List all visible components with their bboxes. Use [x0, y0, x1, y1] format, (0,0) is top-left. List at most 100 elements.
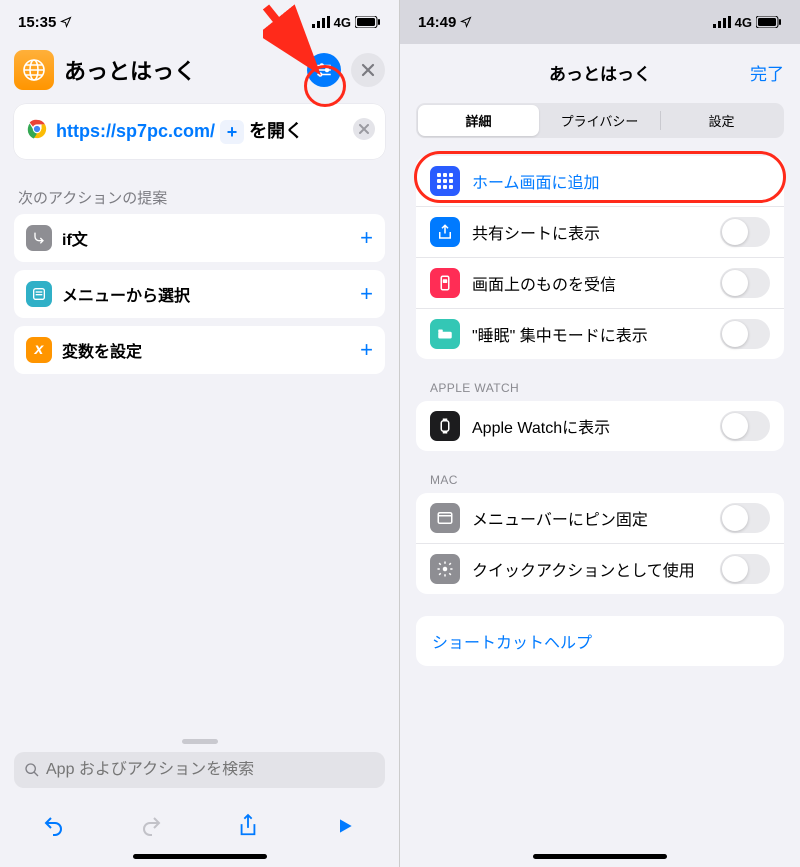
- toggle[interactable]: [720, 268, 770, 298]
- play-icon: [335, 816, 355, 836]
- share-button[interactable]: [228, 806, 268, 846]
- bottom-panel: [0, 735, 399, 867]
- drag-handle[interactable]: [182, 739, 218, 744]
- segmented-control[interactable]: 詳細 プライバシー 設定: [416, 103, 784, 138]
- group-watch: Apple Watchに表示: [416, 401, 784, 451]
- network-text: 4G: [735, 15, 752, 30]
- add-icon: +: [360, 337, 373, 363]
- suggestion-label: 変数を設定: [62, 338, 350, 362]
- redo-button: [131, 806, 171, 846]
- row-menubar-pin[interactable]: メニューバーにピン固定: [416, 493, 784, 543]
- row-receive-onscreen[interactable]: 画面上のものを受信: [416, 257, 784, 308]
- row-sleep-focus[interactable]: "睡眠" 集中モードに表示: [416, 308, 784, 359]
- status-bar: 15:35 4G: [0, 0, 399, 44]
- search-field[interactable]: [14, 752, 385, 788]
- suggestion-label: if文: [62, 226, 350, 250]
- onscreen-icon: [430, 268, 460, 298]
- add-variable-button[interactable]: +: [220, 120, 244, 144]
- redo-icon: [139, 814, 163, 838]
- group-header-mac: MAC: [400, 473, 800, 493]
- home-grid-icon: [430, 166, 460, 196]
- signal-icon: [713, 16, 731, 28]
- status-time: 15:35: [18, 14, 72, 31]
- settings-sheet: あっとはっく 完了 詳細 プライバシー 設定 ホーム画面に追加 共有シートに表示: [400, 44, 800, 867]
- time-text: 14:49: [418, 14, 456, 31]
- group-main: ホーム画面に追加 共有シートに表示 画面上のものを受信 "睡眠" 集中モードに表…: [416, 156, 784, 359]
- suggestion-if[interactable]: if文 +: [14, 214, 385, 262]
- row-apple-watch[interactable]: Apple Watchに表示: [416, 401, 784, 451]
- sliders-icon: [315, 61, 333, 79]
- done-button[interactable]: 完了: [750, 60, 784, 85]
- undo-icon: [42, 814, 66, 838]
- home-indicator: [133, 854, 267, 859]
- add-icon: +: [360, 225, 373, 251]
- group-mac: メニューバーにピン固定 クイックアクションとして使用: [416, 493, 784, 594]
- url-token[interactable]: https://sp7pc.com/: [56, 121, 215, 141]
- gear-icon: [430, 554, 460, 584]
- share-sheet-icon: [430, 217, 460, 247]
- toggle[interactable]: [720, 217, 770, 247]
- row-label: "睡眠" 集中モードに表示: [472, 322, 708, 346]
- suggestions-header: 次のアクションの提案: [0, 173, 399, 214]
- toggle[interactable]: [720, 554, 770, 584]
- search-icon: [24, 762, 40, 778]
- branch-icon: [26, 225, 52, 251]
- action-text: https://sp7pc.com/ + を開く: [56, 118, 303, 145]
- suggestion-label: メニューから選択: [62, 282, 350, 306]
- group-header-watch: APPLE WATCH: [400, 381, 800, 401]
- battery-icon: [355, 16, 381, 28]
- right-screenshot: 14:49 4G あっとはっく 完了 詳細 プライバシー 設定 ホーム画面に: [400, 0, 800, 867]
- action-suffix: を開く: [249, 121, 303, 141]
- add-icon: +: [360, 281, 373, 307]
- settings-sliders-button[interactable]: [307, 53, 341, 87]
- segment-details[interactable]: 詳細: [418, 105, 539, 136]
- toggle[interactable]: [720, 503, 770, 533]
- row-label: クイックアクションとして使用: [472, 557, 708, 581]
- sleep-icon: [430, 319, 460, 349]
- row-add-home[interactable]: ホーム画面に追加: [416, 156, 784, 206]
- network-text: 4G: [334, 15, 351, 30]
- status-right: 4G: [713, 15, 782, 30]
- segment-privacy[interactable]: プライバシー: [539, 105, 660, 136]
- time-text: 15:35: [18, 14, 56, 31]
- row-share-sheet[interactable]: 共有シートに表示: [416, 206, 784, 257]
- undo-button[interactable]: [34, 806, 74, 846]
- toggle[interactable]: [720, 319, 770, 349]
- row-label: Apple Watchに表示: [472, 414, 708, 438]
- status-right: 4G: [312, 15, 381, 30]
- run-button[interactable]: [325, 806, 365, 846]
- battery-icon: [756, 16, 782, 28]
- row-label: 共有シートに表示: [472, 220, 708, 244]
- shortcut-app-icon: [14, 50, 54, 90]
- home-indicator: [533, 854, 667, 859]
- watch-icon: [430, 411, 460, 441]
- suggestions-list: if文 + メニューから選択 + x 変数を設定 +: [14, 214, 385, 382]
- close-icon: [361, 63, 375, 77]
- status-bar: 14:49 4G: [400, 0, 800, 44]
- left-screenshot: 15:35 4G あっとはっく https://sp7pc.com/ +: [0, 0, 400, 867]
- close-button[interactable]: [351, 53, 385, 87]
- variable-icon: x: [26, 337, 52, 363]
- action-card[interactable]: https://sp7pc.com/ + を開く: [14, 104, 385, 159]
- status-time: 14:49: [418, 14, 472, 31]
- help-link[interactable]: ショートカットヘルプ: [416, 616, 784, 666]
- toggle[interactable]: [720, 411, 770, 441]
- sheet-header: あっとはっく 完了: [400, 50, 800, 95]
- chrome-icon: [26, 118, 48, 140]
- editor-header: あっとはっく: [0, 44, 399, 104]
- sheet-title: あっとはっく: [416, 60, 784, 85]
- location-icon: [60, 16, 72, 28]
- search-input[interactable]: [46, 761, 375, 779]
- x-icon: [359, 124, 369, 134]
- location-icon: [460, 16, 472, 28]
- suggestion-menu[interactable]: メニューから選択 +: [14, 270, 385, 318]
- menubar-icon: [430, 503, 460, 533]
- clear-action-button[interactable]: [353, 118, 375, 140]
- share-icon: [237, 813, 259, 839]
- shortcut-title: あっとはっく: [64, 54, 297, 86]
- suggestion-variable[interactable]: x 変数を設定 +: [14, 326, 385, 374]
- toolbar: [0, 798, 399, 848]
- segment-settings[interactable]: 設定: [661, 105, 782, 136]
- row-quick-action[interactable]: クイックアクションとして使用: [416, 543, 784, 594]
- row-label: ホーム画面に追加: [472, 169, 770, 193]
